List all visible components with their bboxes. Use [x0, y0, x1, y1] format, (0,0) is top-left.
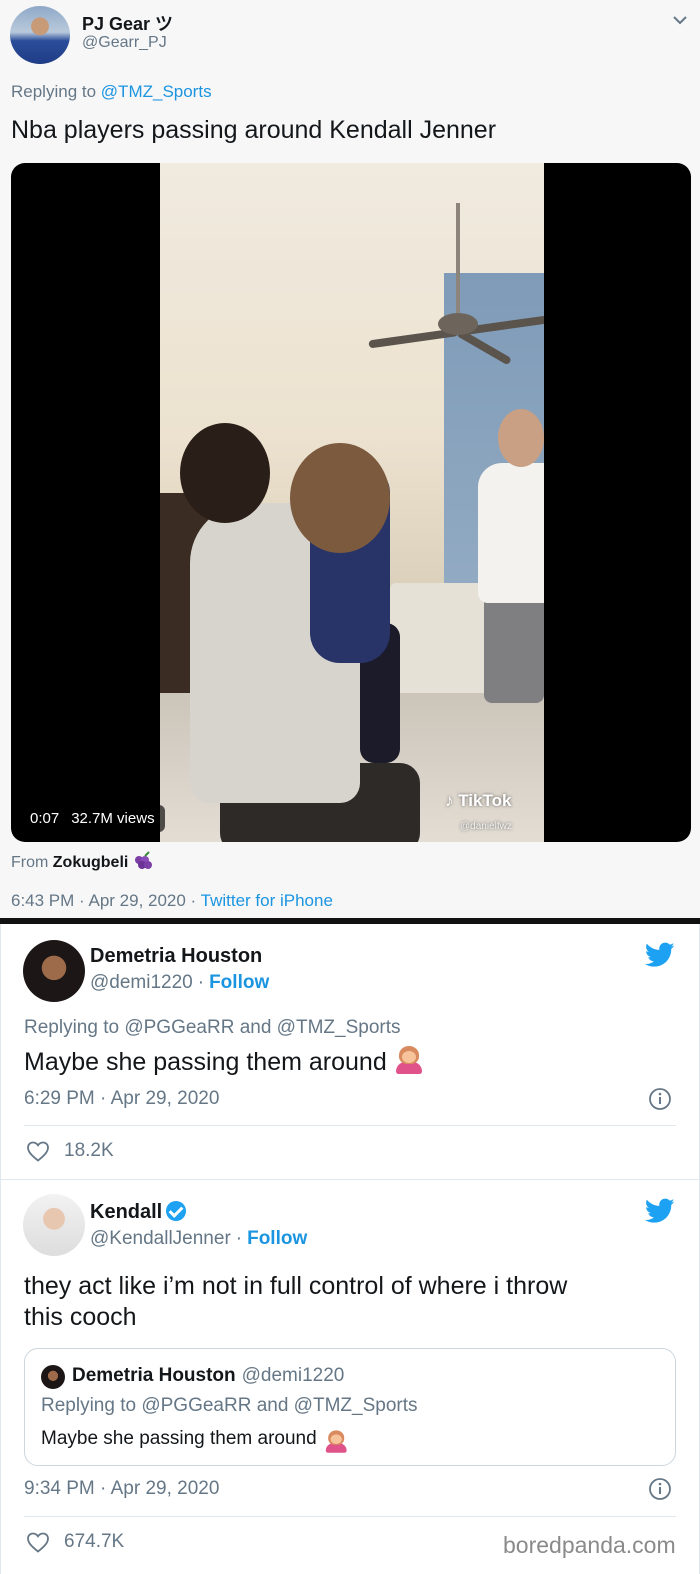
- twitter-bird-icon[interactable]: [645, 1198, 675, 1224]
- mention-link[interactable]: @TMZ_Sports: [101, 82, 212, 101]
- replying-to: Replying to @PGGeaRR and @TMZ_Sports: [41, 1395, 418, 1416]
- twitter-bird-icon[interactable]: [645, 942, 675, 968]
- tweet-text: Nba players passing around Kendall Jenne…: [11, 116, 497, 144]
- avatar[interactable]: [23, 940, 85, 1002]
- video-duration: 0:07: [30, 810, 60, 827]
- video-source: From Zokugbeli: [11, 851, 155, 872]
- video-person: [484, 593, 544, 703]
- video-stats-badge: 0:07 32.7M views: [20, 805, 165, 832]
- tweet-screenshot: PJ Gear ツ @Gearr_PJ Replying to @TMZ_Spo…: [0, 0, 700, 918]
- like-count[interactable]: 18.2K: [64, 1140, 114, 1162]
- tweet-text-line: this cooch: [24, 1303, 137, 1331]
- display-name[interactable]: Kendall: [90, 1201, 162, 1223]
- like-count[interactable]: 674.7K: [64, 1531, 124, 1553]
- follow-button[interactable]: Follow: [247, 1228, 307, 1249]
- user-handle[interactable]: @KendallJenner: [90, 1228, 231, 1249]
- heart-icon[interactable]: [26, 1531, 50, 1553]
- quoted-text-content: Maybe she passing them around: [41, 1428, 317, 1449]
- verified-badge-icon: [166, 1201, 187, 1221]
- handle-line: @demi1220 · Follow: [90, 972, 269, 994]
- handle-line: @KendallJenner · Follow: [90, 1228, 307, 1250]
- woman-shrugging-emoji-icon: [395, 1046, 423, 1074]
- display-name[interactable]: Demetria Houston: [90, 945, 262, 968]
- info-icon[interactable]: [648, 1477, 672, 1501]
- tweet-text: Maybe she passing them around: [24, 1046, 423, 1078]
- tweet-source-link[interactable]: Twitter for iPhone: [201, 891, 333, 910]
- tweet-timestamp[interactable]: 6:43 PM · Apr 29, 2020 ·: [11, 891, 196, 910]
- tiktok-label: TikTok: [458, 791, 512, 810]
- ceiling-fan-hub: [438, 313, 478, 335]
- video-person: [498, 409, 544, 467]
- user-handle[interactable]: @demi1220: [90, 972, 193, 993]
- display-name-line: Kendall: [90, 1201, 187, 1224]
- replying-to: Replying to @TMZ_Sports: [11, 82, 212, 102]
- video-person: [478, 463, 544, 603]
- tweet-text-line: they act like i’m not in full control of…: [24, 1272, 568, 1300]
- separator-dot: ·: [197, 972, 205, 993]
- divider: [24, 1125, 676, 1126]
- ceiling-fan-rod: [456, 203, 460, 323]
- tiktok-watermark: ♪ TikTok: [445, 791, 512, 810]
- tweet-timestamp[interactable]: 9:34 PM · Apr 29, 2020: [24, 1478, 219, 1500]
- display-name: Demetria Houston: [72, 1365, 236, 1386]
- divider: [24, 1516, 676, 1517]
- from-account[interactable]: Zokugbeli: [53, 854, 129, 871]
- tweet-text: they act like i’m not in full control of…: [24, 1271, 567, 1333]
- video-player[interactable]: ♪ TikTok @danielfwz 0:07 32.7M views: [11, 163, 691, 842]
- display-name[interactable]: PJ Gear ツ: [82, 10, 173, 36]
- tweet-timestamp[interactable]: 6:29 PM · Apr 29, 2020: [24, 1088, 219, 1110]
- grapes-icon: [134, 851, 152, 869]
- info-icon[interactable]: [648, 1087, 672, 1111]
- replying-prefix: Replying to: [11, 82, 97, 101]
- avatar[interactable]: [23, 1194, 85, 1256]
- site-watermark: boredpanda.com: [503, 1532, 676, 1558]
- avatar[interactable]: [10, 6, 70, 64]
- quoted-text: Maybe she passing them around: [41, 1426, 347, 1453]
- separator-dot: ·: [235, 1228, 243, 1249]
- video-person: [290, 443, 390, 553]
- tiktok-handle: @danielfwz: [460, 821, 512, 832]
- user-handle: @demi1220: [241, 1365, 345, 1386]
- from-prefix: From: [11, 854, 49, 871]
- user-handle[interactable]: @Gearr_PJ: [82, 34, 167, 52]
- video-person: [180, 423, 270, 523]
- follow-button[interactable]: Follow: [209, 972, 269, 993]
- video-views: 32.7M views: [71, 810, 155, 827]
- quoted-author: Demetria Houston @demi1220: [72, 1365, 344, 1387]
- tweet-text-content: Maybe she passing them around: [24, 1048, 387, 1076]
- video-frame[interactable]: ♪ TikTok @danielfwz: [160, 163, 544, 842]
- heart-icon[interactable]: [26, 1140, 50, 1162]
- quoted-tweet[interactable]: Demetria Houston @demi1220 Replying to @P…: [24, 1348, 676, 1466]
- avatar: [41, 1365, 65, 1389]
- embedded-tweet: Demetria Houston @demi1220 · Follow Replyi…: [0, 924, 700, 1180]
- chevron-down-icon[interactable]: [670, 10, 690, 30]
- replying-to: Replying to @PGGeaRR and @TMZ_Sports: [24, 1017, 401, 1038]
- embedded-tweet: Kendall @KendallJenner · Follow they act l…: [0, 1180, 700, 1574]
- tweet-meta: 6:43 PM · Apr 29, 2020 · Twitter for iPh…: [11, 891, 333, 911]
- woman-shrugging-emoji-icon: [325, 1430, 347, 1453]
